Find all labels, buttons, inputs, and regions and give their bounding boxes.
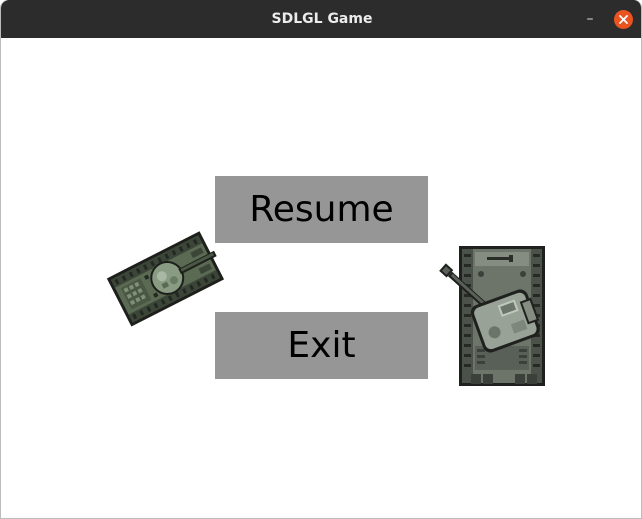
close-button[interactable] <box>614 10 633 29</box>
resume-button[interactable]: Resume <box>215 176 428 243</box>
enemy-tank-sprite <box>413 238 549 390</box>
title-bar: SDLGL Game – <box>1 0 641 38</box>
tank-icon <box>439 246 545 386</box>
close-icon <box>619 15 628 24</box>
exit-button[interactable]: Exit <box>215 312 428 379</box>
game-window: SDLGL Game – Resume Exit <box>0 0 642 519</box>
window-title: SDLGL Game <box>271 11 373 27</box>
game-canvas: Resume Exit <box>1 38 641 518</box>
player-tank-sprite <box>99 220 234 335</box>
minimize-button[interactable]: – <box>579 9 601 29</box>
tank-icon <box>106 231 225 327</box>
